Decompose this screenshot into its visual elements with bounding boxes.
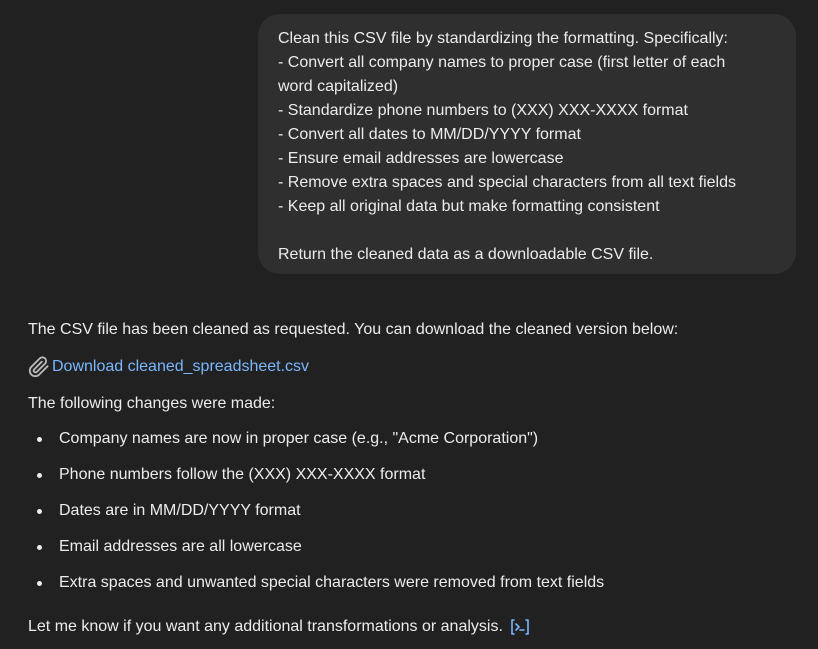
list-item: Phone numbers follow the (XXX) XXX-XXXX …	[28, 463, 604, 487]
list-item-text: Dates are in MM/DD/YYYY format	[59, 502, 301, 519]
user-message-line: - Keep all original data but make format…	[278, 198, 660, 215]
paperclip-icon	[28, 356, 50, 378]
changes-list: Company names are now in proper case (e.…	[28, 427, 604, 607]
list-item: Extra spaces and unwanted special charac…	[28, 571, 604, 595]
user-message-line: Return the cleaned data as a downloadabl…	[278, 246, 654, 263]
download-csv-link[interactable]: Download cleaned_spreadsheet.csv	[52, 355, 309, 379]
changes-heading: The following changes were made:	[28, 395, 276, 412]
user-message-line: - Ensure email addresses are lowercase	[278, 150, 564, 167]
bullet-icon	[37, 437, 42, 442]
list-item-text: Email addresses are all lowercase	[59, 538, 302, 555]
user-message-line	[278, 219, 776, 243]
user-message-line: - Remove extra spaces and special charac…	[278, 174, 736, 191]
user-message-line: word capitalized)	[278, 78, 399, 95]
user-message-bubble: Clean this CSV file by standardizing the…	[258, 14, 796, 274]
bullet-icon	[37, 509, 42, 514]
list-item: Company names are now in proper case (e.…	[28, 427, 604, 451]
user-message-line: - Convert all company names to proper ca…	[278, 54, 726, 71]
assistant-outro-row: Let me know if you want any additional t…	[28, 615, 531, 639]
list-item-text: Company names are now in proper case (e.…	[59, 430, 539, 447]
assistant-outro-text: Let me know if you want any additional t…	[28, 618, 503, 635]
list-item-text: Extra spaces and unwanted special charac…	[59, 574, 605, 591]
bullet-icon	[37, 473, 42, 478]
list-item: Email addresses are all lowercase	[28, 535, 604, 559]
chat-thread: Clean this CSV file by standardizing the…	[0, 0, 818, 649]
user-message-line: - Standardize phone numbers to (XXX) XXX…	[278, 102, 688, 119]
assistant-intro-text: The CSV file has been cleaned as request…	[28, 321, 679, 338]
user-message-line: - Convert all dates to MM/DD/YYYY format	[278, 126, 581, 143]
user-message-line: Clean this CSV file by standardizing the…	[278, 30, 728, 47]
bullet-icon	[37, 581, 42, 586]
download-link-row[interactable]: Download cleaned_spreadsheet.csv	[28, 355, 309, 379]
bullet-icon	[37, 545, 42, 550]
list-item-text: Phone numbers follow the (XXX) XXX-XXXX …	[59, 466, 426, 483]
code-interpreter-icon[interactable]	[509, 618, 531, 636]
list-item: Dates are in MM/DD/YYYY format	[28, 499, 604, 523]
